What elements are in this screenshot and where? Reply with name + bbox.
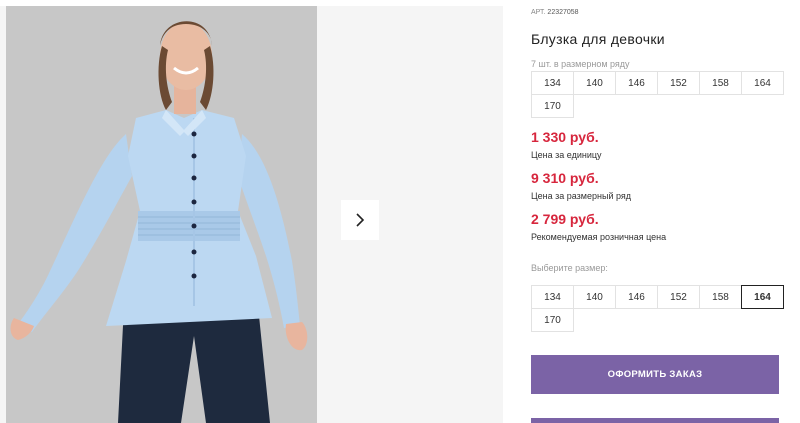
size-selector: 134 140 146 152 158 164 170 xyxy=(531,285,785,332)
size-option[interactable]: 140 xyxy=(573,285,616,309)
size-range-caption: 7 шт. в размерном ряду xyxy=(531,59,630,69)
product-sku: АРТ. 22327058 xyxy=(531,9,579,16)
range-size-cell: 146 xyxy=(615,71,658,95)
place-order-button[interactable]: ОФОРМИТЬ ЗАКАЗ xyxy=(531,355,779,394)
sku-prefix: АРТ. xyxy=(531,9,546,16)
size-option[interactable]: 164 xyxy=(741,285,784,309)
product-title: Блузка для девочки xyxy=(531,31,665,47)
product-photo[interactable] xyxy=(6,6,317,423)
range-price: 9 310 руб. xyxy=(531,170,599,186)
range-price-label: Цена за размерный ряд xyxy=(531,191,632,201)
size-option[interactable]: 152 xyxy=(657,285,700,309)
size-option[interactable]: 170 xyxy=(531,308,574,332)
choose-size-caption: Выберите размер: xyxy=(531,263,608,273)
range-size-cell: 152 xyxy=(657,71,700,95)
secondary-action-button[interactable] xyxy=(531,418,779,423)
unit-price: 1 330 руб. xyxy=(531,129,599,145)
product-photo-illustration xyxy=(6,6,317,423)
next-image-button[interactable] xyxy=(341,200,379,240)
chevron-right-icon xyxy=(356,213,365,227)
retail-price: 2 799 руб. xyxy=(531,211,599,227)
range-size-cell: 140 xyxy=(573,71,616,95)
range-size-cell: 164 xyxy=(741,71,784,95)
size-option[interactable]: 134 xyxy=(531,285,574,309)
range-size-cell: 134 xyxy=(531,71,574,95)
sku-code: 22327058 xyxy=(547,9,579,16)
product-gallery xyxy=(0,6,503,423)
size-range-grid: 134 140 146 152 158 164 170 xyxy=(531,71,785,118)
unit-price-label: Цена за единицу xyxy=(531,150,602,160)
size-option[interactable]: 146 xyxy=(615,285,658,309)
range-size-cell: 170 xyxy=(531,94,574,118)
range-size-cell: 158 xyxy=(699,71,742,95)
retail-price-label: Рекомендуемая розничная цена xyxy=(531,232,667,242)
size-option[interactable]: 158 xyxy=(699,285,742,309)
